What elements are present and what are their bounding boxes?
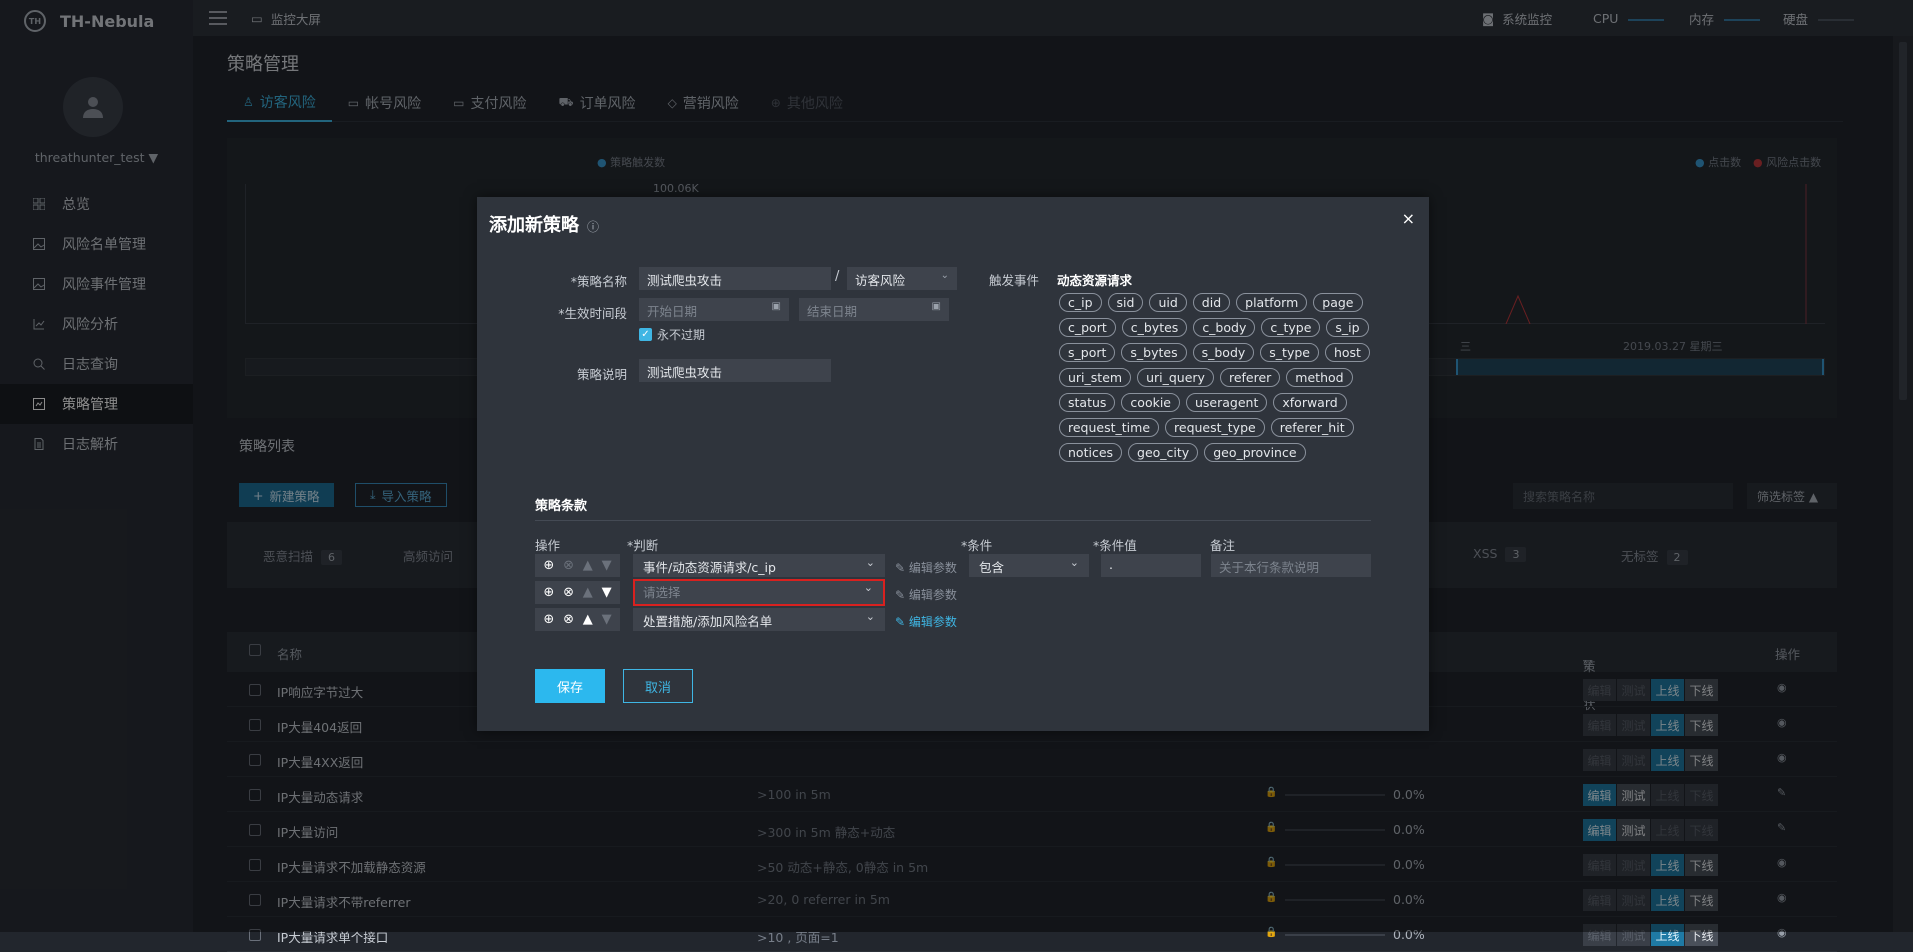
cancel-button[interactable]: 取消 bbox=[623, 669, 693, 703]
dialog-title: 添加新策略 ⓘ bbox=[489, 215, 600, 236]
field-tag[interactable]: xforward bbox=[1273, 393, 1347, 412]
chevron-down-icon: ⌄ bbox=[1069, 556, 1079, 569]
col-judge: *判断 bbox=[627, 538, 659, 553]
field-tag[interactable]: c_type bbox=[1261, 318, 1321, 337]
clause-row-ops: ⊕ ⊗ ▲ ▼ bbox=[535, 608, 620, 631]
clause-row-ops: ⊕ ⊗ ▲ ▼ bbox=[535, 581, 620, 604]
field-tag[interactable]: method bbox=[1286, 368, 1353, 387]
col-condition-value: *条件值 bbox=[1093, 538, 1137, 553]
field-tag[interactable]: notices bbox=[1059, 443, 1123, 462]
start-date-input[interactable]: 开始日期 ▣ bbox=[639, 298, 789, 321]
remove-clause-icon[interactable]: ⊗ bbox=[563, 585, 574, 600]
chevron-down-icon: ⌄ bbox=[940, 270, 949, 281]
field-tag[interactable]: host bbox=[1324, 343, 1370, 362]
field-tag[interactable]: uid bbox=[1149, 293, 1187, 312]
field-tag[interactable]: platform bbox=[1236, 293, 1308, 312]
edit-params-link[interactable]: ✎ 编辑参数 bbox=[895, 559, 957, 576]
col-condition: *条件 bbox=[961, 538, 993, 553]
condition-value-input[interactable]: . bbox=[1101, 554, 1201, 577]
pencil-icon: ✎ bbox=[895, 615, 906, 629]
chevron-down-icon: ⌄ bbox=[863, 581, 873, 594]
close-button[interactable]: × bbox=[1402, 209, 1415, 228]
trigger-event-label: 触发事件 bbox=[989, 273, 1040, 288]
field-tag[interactable]: uri_stem bbox=[1059, 368, 1132, 387]
field-tag[interactable]: geo_city bbox=[1128, 443, 1199, 462]
calendar-icon: ▣ bbox=[771, 301, 781, 312]
field-tag[interactable]: useragent bbox=[1186, 393, 1268, 412]
check-icon: ✓ bbox=[639, 328, 652, 341]
field-tag[interactable]: s_bytes bbox=[1121, 343, 1187, 362]
move-up-icon[interactable]: ▲ bbox=[583, 612, 593, 627]
field-tags: c_ip sid uid did platform page c_port c_bytes c_… bbox=[1059, 293, 1385, 468]
add-clause-icon[interactable]: ⊕ bbox=[543, 558, 554, 573]
field-tag[interactable]: uri_query bbox=[1137, 368, 1214, 387]
remove-clause-icon[interactable]: ⊗ bbox=[563, 612, 574, 627]
period-label: *生效时间段 bbox=[558, 306, 627, 321]
strategy-name-input[interactable]: 测试爬虫攻击 bbox=[639, 267, 831, 290]
move-down-icon[interactable]: ▼ bbox=[602, 612, 612, 627]
risk-type-select[interactable]: 访客风险 ⌄ bbox=[847, 267, 957, 290]
field-tag[interactable]: s_port bbox=[1059, 343, 1116, 362]
field-tag[interactable]: c_port bbox=[1059, 318, 1116, 337]
field-tag[interactable]: sid bbox=[1107, 293, 1144, 312]
field-tag[interactable]: did bbox=[1192, 293, 1231, 312]
section-divider bbox=[535, 520, 1371, 521]
field-tag[interactable]: referer bbox=[1219, 368, 1281, 387]
condition-select[interactable]: 包含 ⌄ bbox=[969, 554, 1089, 577]
add-clause-icon[interactable]: ⊕ bbox=[543, 612, 554, 627]
col-note: 备注 bbox=[1210, 538, 1236, 553]
move-up-icon[interactable]: ▲ bbox=[583, 585, 593, 600]
field-tag[interactable]: referer_hit bbox=[1270, 418, 1354, 437]
description-input[interactable]: 测试爬虫攻击 bbox=[639, 359, 831, 382]
move-down-icon[interactable]: ▼ bbox=[602, 558, 612, 573]
add-strategy-dialog: 添加新策略 ⓘ × *策略名称 测试爬虫攻击 / 访客风险 ⌄ *生效时间段 开始日… bbox=[477, 197, 1429, 731]
chevron-down-icon: ⌄ bbox=[865, 610, 875, 623]
field-tag[interactable]: s_ip bbox=[1326, 318, 1369, 337]
col-operation: 操作 bbox=[535, 538, 561, 553]
field-tag[interactable]: cookie bbox=[1121, 393, 1180, 412]
never-expire-checkbox[interactable]: ✓ 永不过期 bbox=[639, 326, 705, 343]
field-tag[interactable]: s_body bbox=[1192, 343, 1255, 362]
field-tag[interactable]: status bbox=[1059, 393, 1116, 412]
note-input[interactable]: 关于本行条款说明 bbox=[1211, 554, 1371, 577]
name-separator: / bbox=[835, 269, 840, 284]
end-date-input[interactable]: 结束日期 ▣ bbox=[799, 298, 949, 321]
action-select[interactable]: 处置措施/添加风险名单 ⌄ bbox=[633, 608, 885, 631]
strategy-name-label: *策略名称 bbox=[570, 274, 627, 289]
progress-bar bbox=[1285, 934, 1385, 936]
help-icon[interactable]: ⓘ bbox=[587, 220, 599, 234]
calendar-icon: ▣ bbox=[931, 301, 941, 312]
chevron-down-icon: ⌄ bbox=[865, 556, 875, 569]
remove-clause-icon[interactable]: ⊗ bbox=[563, 558, 574, 573]
field-tag[interactable]: c_body bbox=[1193, 318, 1256, 337]
add-clause-icon[interactable]: ⊕ bbox=[543, 585, 554, 600]
field-tag[interactable]: request_time bbox=[1059, 418, 1160, 437]
edit-params-link-active[interactable]: ✎ 编辑参数 bbox=[895, 613, 957, 630]
move-up-icon[interactable]: ▲ bbox=[583, 558, 593, 573]
clause-row-ops: ⊕ ⊗ ▲ ▼ bbox=[535, 554, 620, 577]
field-tag[interactable]: s_type bbox=[1260, 343, 1319, 362]
clause-section-title: 策略条款 bbox=[535, 499, 588, 514]
trigger-event-value: 动态资源请求 bbox=[1057, 273, 1133, 288]
judge-select[interactable]: 事件/动态资源请求/c_ip ⌄ bbox=[633, 554, 885, 577]
field-tag[interactable]: geo_province bbox=[1204, 443, 1306, 462]
field-tag[interactable]: c_ip bbox=[1059, 293, 1102, 312]
edit-params-link[interactable]: ✎ 编辑参数 bbox=[895, 586, 957, 603]
move-down-icon[interactable]: ▼ bbox=[602, 585, 612, 600]
pencil-icon: ✎ bbox=[895, 588, 906, 602]
save-button[interactable]: 保存 bbox=[535, 669, 605, 703]
description-label: 策略说明 bbox=[576, 367, 627, 382]
field-tag[interactable]: c_bytes bbox=[1121, 318, 1188, 337]
judge-select-empty[interactable]: 请选择 ⌄ bbox=[633, 579, 885, 606]
field-tag[interactable]: request_type bbox=[1165, 418, 1265, 437]
field-tag[interactable]: page bbox=[1313, 293, 1363, 312]
pencil-icon: ✎ bbox=[895, 561, 906, 575]
